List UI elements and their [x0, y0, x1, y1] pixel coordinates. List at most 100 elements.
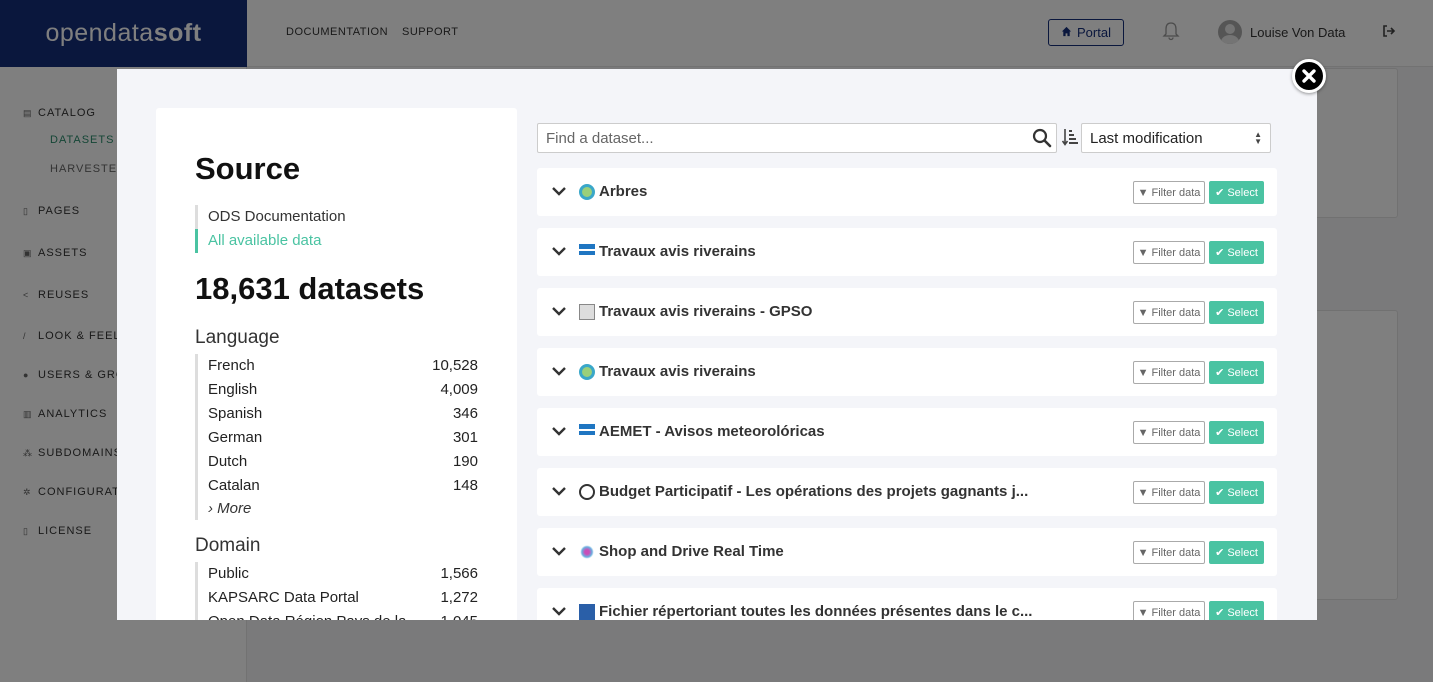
chevron-down-icon[interactable]: [551, 363, 567, 379]
facet-row[interactable]: Public 1,566: [208, 562, 478, 586]
filter-icon: ▼: [1137, 606, 1149, 619]
facets-panel: Source ODS Documentation All available d…: [156, 108, 517, 620]
dataset-logo-icon: [579, 364, 595, 380]
dataset-title: Arbres: [599, 183, 648, 200]
select-label: Select: [1227, 426, 1258, 439]
facet-label: Public: [208, 565, 249, 582]
dataset-row[interactable]: Shop and Drive Real Time ▼ Filter data ✔ S…: [537, 528, 1277, 576]
filter-data-button[interactable]: ▼ Filter data: [1133, 361, 1205, 384]
select-label: Select: [1227, 366, 1258, 379]
check-icon: ✔: [1215, 547, 1225, 559]
dataset-row[interactable]: Travaux avis riverains - GPSO ▼ Filter da…: [537, 288, 1277, 336]
chevron-down-icon[interactable]: [551, 183, 567, 199]
facet-label: English: [208, 381, 258, 398]
dataset-row[interactable]: Travaux avis riverains ▼ Filter data ✔ Sel…: [537, 348, 1277, 396]
chevron-down-icon[interactable]: [551, 303, 567, 319]
dataset-logo-icon: [579, 484, 595, 500]
select-button[interactable]: ✔ Select: [1209, 301, 1264, 324]
chevron-down-icon[interactable]: [551, 423, 567, 439]
facet-row[interactable]: Spanish 346: [208, 402, 478, 426]
facet-count: 346: [452, 405, 478, 422]
filter-data-button[interactable]: ▼ Filter data: [1133, 541, 1205, 564]
dataset-title: Budget Participatif - Les opérations des…: [599, 483, 1029, 500]
select-button[interactable]: ✔ Select: [1209, 541, 1264, 564]
filter-data-button[interactable]: ▼ Filter data: [1133, 421, 1205, 444]
filter-label: Filter data: [1151, 486, 1201, 499]
chevron-down-icon[interactable]: [551, 243, 567, 259]
chevron-down-icon[interactable]: [551, 603, 567, 619]
select-button[interactable]: ✔ Select: [1209, 361, 1264, 384]
search-icon[interactable]: [1032, 128, 1052, 148]
sort-value: Last modification: [1090, 130, 1203, 147]
filter-icon: ▼: [1137, 426, 1149, 439]
select-arrows-icon: ▲ ▼: [1254, 130, 1262, 146]
domain-facet-title: Domain: [195, 535, 261, 556]
select-label: Select: [1227, 546, 1258, 559]
filter-data-button[interactable]: ▼ Filter data: [1133, 481, 1205, 504]
filter-icon: ▼: [1137, 366, 1149, 379]
facet-label: French: [208, 357, 255, 374]
check-icon: ✔: [1215, 487, 1225, 499]
check-icon: ✔: [1215, 187, 1225, 199]
search-input[interactable]: Find a dataset...: [537, 123, 1057, 153]
select-label: Select: [1227, 606, 1258, 619]
facet-row[interactable]: Open Data Région Pays de la 1,045: [208, 610, 478, 620]
select-button[interactable]: ✔ Select: [1209, 601, 1264, 620]
facet-row[interactable]: French 10,528: [208, 354, 478, 378]
facet-count: 1,566: [440, 565, 478, 582]
dataset-title: AEMET - Avisos meteorolóricas: [599, 423, 825, 440]
dataset-row[interactable]: Travaux avis riverains ▼ Filter data ✔ Sel…: [537, 228, 1277, 276]
more-link[interactable]: › More: [208, 498, 478, 520]
filter-data-button[interactable]: ▼ Filter data: [1133, 301, 1205, 324]
facet-label: Dutch: [208, 453, 248, 470]
filter-icon: ▼: [1137, 486, 1149, 499]
filter-data-button[interactable]: ▼ Filter data: [1133, 601, 1205, 620]
dataset-row[interactable]: AEMET - Avisos meteorolóricas ▼ Filter da…: [537, 408, 1277, 456]
chevron-down-icon[interactable]: [551, 483, 567, 499]
facet-count: 148: [452, 477, 478, 494]
facet-count: 4,009: [440, 381, 478, 398]
select-button[interactable]: ✔ Select: [1209, 481, 1264, 504]
select-label: Select: [1227, 186, 1258, 199]
dataset-logo-icon: [579, 604, 595, 620]
dataset-logo-icon: [579, 544, 595, 560]
facet-row[interactable]: Dutch 190: [208, 450, 478, 474]
dataset-title: Travaux avis riverains: [599, 363, 756, 380]
check-icon: ✔: [1215, 367, 1225, 379]
facet-row[interactable]: English 4,009: [208, 378, 478, 402]
check-icon: ✔: [1215, 607, 1225, 619]
select-label: Select: [1227, 306, 1258, 319]
close-modal-button[interactable]: [1292, 59, 1326, 93]
filter-icon: ▼: [1137, 186, 1149, 199]
facet-label: Catalan: [208, 477, 260, 494]
domain-facet-list: Public 1,566 KAPSARC Data Portal 1,272 Ope…: [195, 562, 478, 620]
source-item-ods-documentation[interactable]: ODS Documentation: [208, 205, 346, 229]
chevron-right-icon: ›: [208, 500, 218, 517]
facet-row[interactable]: KAPSARC Data Portal 1,272: [208, 586, 478, 610]
facet-label: German: [208, 429, 263, 446]
language-facet-list: French 10,528 English 4,009 Spanish 346 Ger…: [195, 354, 478, 520]
close-icon: [1302, 69, 1316, 83]
select-button[interactable]: ✔ Select: [1209, 181, 1264, 204]
filter-label: Filter data: [1151, 426, 1201, 439]
filter-label: Filter data: [1151, 246, 1201, 259]
sort-icon[interactable]: [1061, 128, 1078, 146]
source-list: ODS Documentation All available data: [195, 205, 346, 253]
select-button[interactable]: ✔ Select: [1209, 241, 1264, 264]
filter-data-button[interactable]: ▼ Filter data: [1133, 181, 1205, 204]
source-item-all-data[interactable]: All available data: [195, 229, 346, 253]
dataset-row[interactable]: Arbres ▼ Filter data ✔ Select: [537, 168, 1277, 216]
filter-label: Filter data: [1151, 186, 1201, 199]
dataset-list: Arbres ▼ Filter data ✔ Select Travaux avis…: [537, 168, 1277, 620]
select-button[interactable]: ✔ Select: [1209, 421, 1264, 444]
facet-count: 1,045: [440, 610, 478, 620]
chevron-down-icon[interactable]: [551, 543, 567, 559]
facet-row[interactable]: German 301: [208, 426, 478, 450]
filter-data-button[interactable]: ▼ Filter data: [1133, 241, 1205, 264]
filter-icon: ▼: [1137, 306, 1149, 319]
facet-row[interactable]: Catalan 148: [208, 474, 478, 498]
dataset-row[interactable]: Budget Participatif - Les opérations des…: [537, 468, 1277, 516]
dataset-row[interactable]: Fichier répertoriant toutes les données …: [537, 588, 1277, 620]
select-label: Select: [1227, 246, 1258, 259]
sort-select[interactable]: Last modification ▲ ▼: [1081, 123, 1271, 153]
